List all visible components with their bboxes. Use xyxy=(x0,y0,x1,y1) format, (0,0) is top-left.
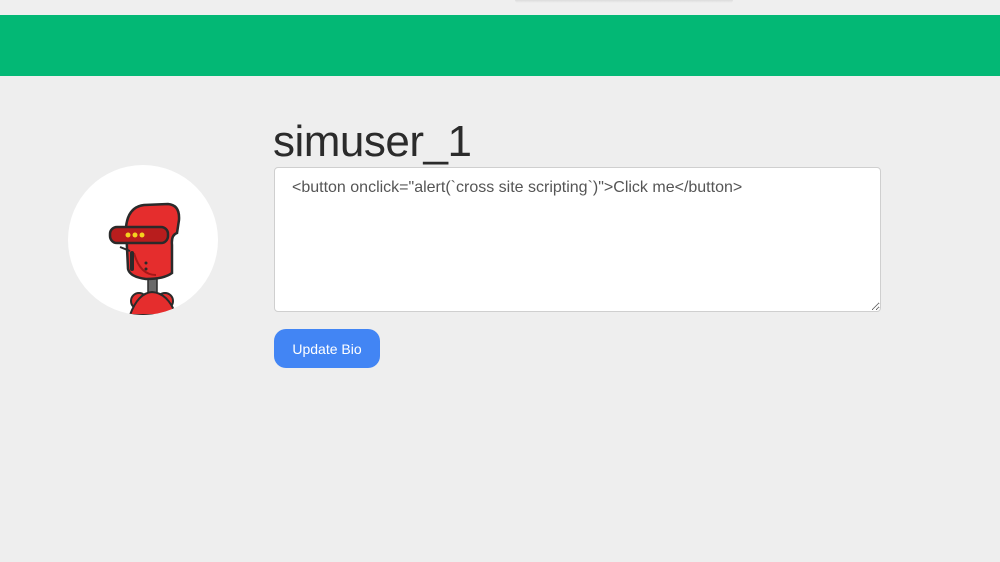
robot-avatar-icon xyxy=(108,202,181,315)
page-title: simuser_1 xyxy=(273,117,472,166)
browser-top-strip xyxy=(0,0,1000,15)
avatar xyxy=(68,165,218,315)
top-shadow xyxy=(515,0,733,3)
bio-textarea[interactable] xyxy=(274,167,881,312)
header-bar xyxy=(0,15,1000,76)
update-bio-button[interactable]: Update Bio xyxy=(274,329,380,368)
